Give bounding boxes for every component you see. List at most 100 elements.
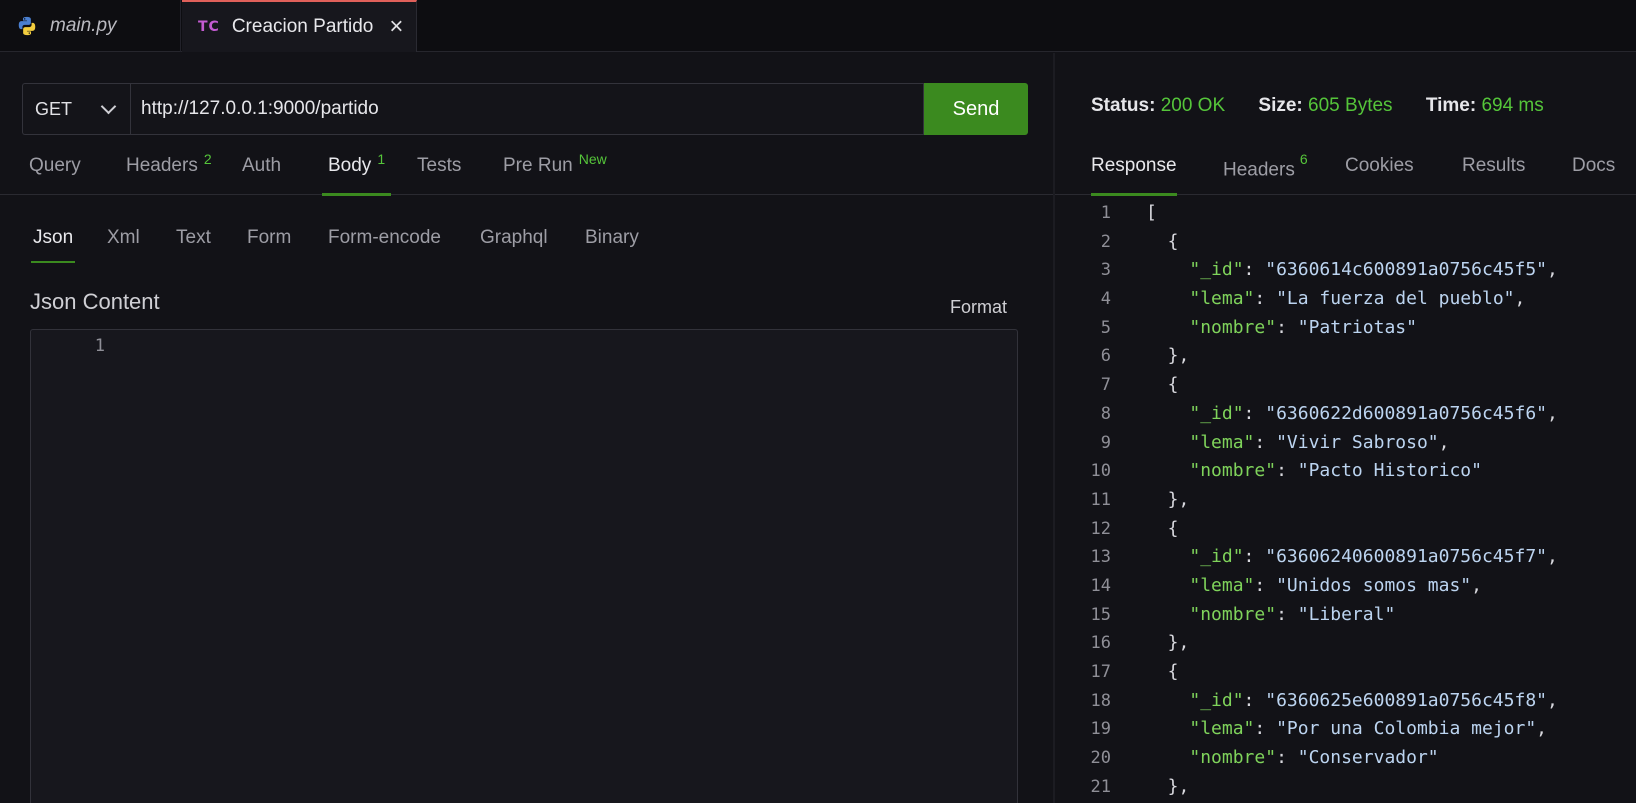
json-string: "Liberal" xyxy=(1297,603,1396,625)
body-tab-graphql[interactable]: Graphql xyxy=(480,227,548,263)
tab-auth-label: Auth xyxy=(242,155,282,176)
line-number: 19 xyxy=(1090,719,1111,740)
tab-main-label: main.py xyxy=(50,15,117,36)
json-punctuation: , xyxy=(1471,574,1482,596)
tab-docs[interactable]: Docs xyxy=(1572,153,1615,195)
json-punctuation: : xyxy=(1254,288,1277,310)
url-input[interactable]: http://127.0.0.1:9000/partido xyxy=(130,83,924,135)
json-punctuation: [ xyxy=(1146,202,1157,223)
json-key: "lema" xyxy=(1189,431,1255,453)
json-punctuation: : xyxy=(1243,259,1266,281)
body-tab-xml[interactable]: Xml xyxy=(107,227,140,263)
code-text: "lema": "Unidos somos mas", xyxy=(1146,572,1482,601)
json-punctuation: : xyxy=(1243,689,1266,711)
json-key: "lema" xyxy=(1189,718,1255,740)
code-text: "lema": "La fuerza del pueblo", xyxy=(1146,285,1525,314)
tab-main-py[interactable]: main.py xyxy=(0,0,181,52)
body-tab-json[interactable]: Json xyxy=(30,227,76,263)
code-line: 20 "nombre": "Conservador" xyxy=(1055,744,1636,773)
python-icon xyxy=(18,16,36,36)
send-button[interactable]: Send xyxy=(924,83,1028,135)
editor-line-number: 1 xyxy=(94,336,105,356)
status-value: 200 OK xyxy=(1160,95,1226,116)
tab-headers[interactable]: Headers 2 xyxy=(126,151,212,195)
json-punctuation: { xyxy=(1146,661,1179,682)
line-number: 13 xyxy=(1090,547,1111,568)
json-string: "Unidos somos mas" xyxy=(1276,574,1472,596)
json-punctuation: : xyxy=(1243,546,1266,568)
body-tab-text[interactable]: Text xyxy=(176,227,211,263)
code-line: 10 "nombre": "Pacto Historico" xyxy=(1055,457,1636,486)
code-text: { xyxy=(1146,228,1179,257)
tab-results[interactable]: Results xyxy=(1462,153,1525,195)
tab-cookies[interactable]: Cookies xyxy=(1345,153,1414,195)
code-line: 5 "nombre": "Patriotas" xyxy=(1055,314,1636,343)
tab-response[interactable]: Response xyxy=(1091,153,1177,196)
json-key: "lema" xyxy=(1189,288,1255,310)
code-text: }, xyxy=(1146,342,1190,371)
tab-docs-label: Docs xyxy=(1572,155,1616,176)
code-text: "_id": "6360614c600891a0756c45f5", xyxy=(1146,256,1557,285)
code-text: { xyxy=(1146,515,1179,544)
tab-tests[interactable]: Tests xyxy=(417,153,461,195)
tab-body-label: Body xyxy=(328,155,372,176)
tab-pre-run[interactable]: Pre Run New xyxy=(503,151,607,195)
json-punctuation: : xyxy=(1276,603,1298,625)
tab-results-label: Results xyxy=(1462,155,1526,176)
json-string: "Por una Colombia mejor" xyxy=(1276,718,1537,740)
code-text: "nombre": "Patriotas" xyxy=(1146,314,1417,343)
tab-response-headers[interactable]: Headers6 xyxy=(1223,151,1308,195)
code-line: 11 }, xyxy=(1055,486,1636,515)
code-line: 15 "nombre": "Liberal" xyxy=(1055,601,1636,630)
code-text: "nombre": "Conservador" xyxy=(1146,744,1439,773)
code-line: 2 { xyxy=(1055,228,1636,257)
json-string: "6360622d600891a0756c45f6" xyxy=(1265,402,1547,424)
format-button[interactable]: Format xyxy=(950,297,1007,318)
editor-tab-bar: main.py TC Creacion Partido × xyxy=(0,0,1636,52)
code-text: }, xyxy=(1146,773,1190,802)
line-number: 12 xyxy=(1090,518,1111,539)
line-number: 21 xyxy=(1090,776,1111,797)
tab-query[interactable]: Query xyxy=(29,153,81,195)
line-number: 6 xyxy=(1100,346,1111,367)
json-body-editor[interactable]: 1 xyxy=(30,329,1018,803)
json-punctuation xyxy=(1146,259,1189,280)
tab-response-label: Response xyxy=(1091,155,1177,176)
tab-pre-run-label: Pre Run xyxy=(503,155,573,176)
tab-creacion-partido[interactable]: TC Creacion Partido × xyxy=(182,0,417,52)
json-key: "nombre" xyxy=(1189,747,1277,769)
response-body-viewer[interactable]: 1[2 {3 "_id": "6360614c600891a0756c45f5"… xyxy=(1055,199,1636,801)
method-select[interactable]: GET xyxy=(22,83,130,135)
json-string: "Pacto Historico" xyxy=(1297,460,1482,482)
tab-body[interactable]: Body 1 xyxy=(321,151,392,196)
line-number: 9 xyxy=(1100,432,1111,453)
response-pane: Status: 200 OK Size: 605 Bytes Time: 694… xyxy=(1055,53,1636,803)
tab-auth[interactable]: Auth xyxy=(242,153,281,195)
code-line: 4 "lema": "La fuerza del pueblo", xyxy=(1055,285,1636,314)
json-punctuation: : xyxy=(1254,431,1277,453)
request-pane: GET http://127.0.0.1:9000/partido Send Q… xyxy=(0,53,1053,803)
json-punctuation: , xyxy=(1514,288,1526,310)
line-number: 20 xyxy=(1090,748,1111,769)
code-text: [ xyxy=(1146,199,1157,228)
json-string: "6360614c600891a0756c45f5" xyxy=(1265,259,1547,281)
json-punctuation: : xyxy=(1276,316,1298,338)
json-punctuation xyxy=(1146,288,1189,309)
json-key: "lema" xyxy=(1189,574,1255,596)
method-value: GET xyxy=(35,98,73,119)
close-icon[interactable]: × xyxy=(389,15,403,39)
json-punctuation: : xyxy=(1276,747,1298,769)
chevron-down-icon xyxy=(100,98,117,114)
body-tab-binary[interactable]: Binary xyxy=(585,227,639,263)
response-tabs: Response Headers6 Cookies Results Docs xyxy=(1055,151,1636,196)
line-number: 8 xyxy=(1100,403,1111,424)
json-string: "Conservador" xyxy=(1297,747,1439,769)
line-number: 16 xyxy=(1090,633,1111,654)
response-stats: Status: 200 OK Size: 605 Bytes Time: 694… xyxy=(1091,95,1572,117)
code-line: 14 "lema": "Unidos somos mas", xyxy=(1055,572,1636,601)
url-bar: GET http://127.0.0.1:9000/partido Send xyxy=(22,83,1028,135)
json-punctuation xyxy=(1146,604,1189,625)
body-tab-form[interactable]: Form xyxy=(247,227,291,263)
json-punctuation: , xyxy=(1547,689,1558,711)
body-tab-form-encode[interactable]: Form-encode xyxy=(328,227,441,263)
